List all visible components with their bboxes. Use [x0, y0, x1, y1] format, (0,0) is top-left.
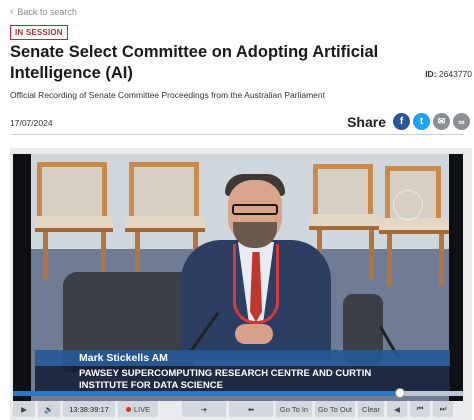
chair-leg: [43, 232, 48, 280]
document-id-label: ID:: [425, 69, 437, 79]
video-player: Mark Stickells AM PAWSEY SUPERCOMPUTING …: [10, 148, 472, 420]
facebook-icon[interactable]: f: [393, 113, 410, 130]
forward-button[interactable]: ➜: [182, 401, 226, 417]
video-frame[interactable]: Mark Stickells AM PAWSEY SUPERCOMPUTING …: [13, 154, 463, 401]
background-chair: [313, 164, 373, 220]
status-badge: IN SESSION: [10, 25, 68, 40]
chair-leg: [369, 230, 374, 280]
player-controls: ▶ 🔊 13:38:39:17 LIVE ➜ ⬅ Go To In Go To …: [13, 400, 469, 418]
back-button[interactable]: ⬅: [229, 401, 273, 417]
progress-handle[interactable]: [395, 388, 405, 398]
skip-back-button[interactable]: ⏮: [410, 401, 430, 417]
page-subtitle: Official Recording of Senate Committee P…: [10, 90, 325, 100]
email-icon[interactable]: ✉: [433, 113, 450, 130]
background-chair-seat: [379, 218, 449, 234]
play-button[interactable]: ▶: [13, 401, 35, 417]
background-chair: [129, 162, 199, 222]
background-chair-seat: [125, 216, 205, 232]
go-to-out-button[interactable]: Go To Out: [315, 401, 355, 417]
speaker-organisation: PAWSEY SUPERCOMPUTING RESEARCH CENTRE AN…: [35, 366, 450, 394]
twitter-icon[interactable]: t: [413, 113, 430, 130]
document-id-value: 2643770: [438, 69, 472, 79]
progress-bar[interactable]: [13, 388, 463, 398]
chair-leg: [387, 234, 392, 286]
skip-forward-icon: ⏭: [439, 404, 447, 413]
chair-leg: [439, 234, 444, 286]
share-label: Share: [347, 113, 386, 130]
live-dot-icon: [125, 406, 131, 412]
back-to-search-link[interactable]: ‹ Back to search: [10, 6, 77, 18]
play-icon: ▶: [21, 404, 27, 414]
speaker-lanyard: [233, 244, 279, 324]
background-chair: [37, 162, 107, 222]
timecode-display: 13:38:39:17: [63, 401, 115, 417]
letterbox-left: [13, 154, 31, 401]
previous-icon: ◀: [394, 404, 400, 414]
back-to-search-label: Back to search: [17, 7, 77, 17]
progress-fill: [13, 391, 400, 396]
speaker-lower-third: Mark Stickells AM PAWSEY SUPERCOMPUTING …: [35, 350, 450, 394]
forward-icon: ➜: [200, 404, 208, 414]
volume-icon: 🔊: [44, 404, 54, 414]
speaker-org-line1: PAWSEY SUPERCOMPUTING RESEARCH CENTRE AN…: [79, 368, 372, 379]
previous-button[interactable]: ◀: [387, 401, 407, 417]
live-label: LIVE: [133, 404, 151, 414]
speaker-hands: [235, 324, 273, 344]
page-title: Senate Select Committee on Adopting Arti…: [10, 43, 379, 82]
chevron-left-icon: ‹: [10, 6, 14, 17]
speaker-name: Mark Stickells AM: [35, 350, 450, 366]
divider: [10, 134, 464, 135]
go-to-in-button[interactable]: Go To In: [276, 401, 312, 417]
link-icon[interactable]: ∞: [453, 113, 470, 130]
parliament-crest-watermark: [393, 190, 423, 220]
live-button[interactable]: LIVE: [118, 401, 158, 417]
skip-forward-button[interactable]: ⏭: [433, 401, 453, 417]
speaker-glasses: [232, 204, 278, 215]
volume-button[interactable]: 🔊: [38, 401, 60, 417]
share-bar: Share f t ✉ ∞: [347, 113, 470, 130]
recording-date: 17/07/2024: [10, 118, 53, 128]
skip-back-icon: ⏮: [416, 404, 424, 413]
document-id: ID: 2643770: [425, 69, 472, 79]
background-chair-seat: [309, 214, 379, 230]
background-chair-seat: [35, 216, 113, 232]
letterbox-right: [449, 154, 463, 401]
back-icon: ⬅: [247, 404, 255, 414]
clear-button[interactable]: Clear: [358, 401, 384, 417]
